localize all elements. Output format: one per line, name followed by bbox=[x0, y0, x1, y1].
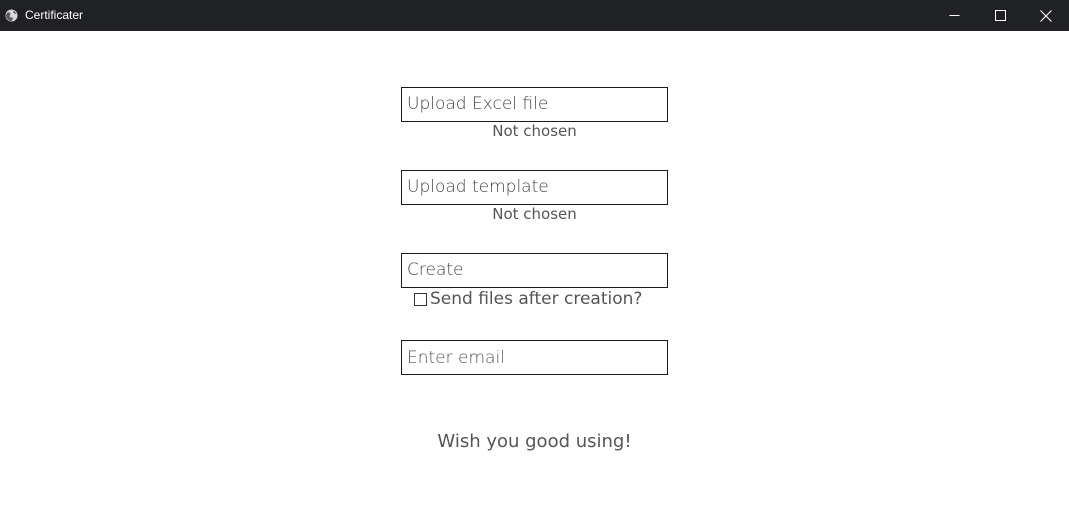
create-button[interactable]: Create bbox=[401, 253, 668, 288]
send-files-label: Send files after creation? bbox=[430, 289, 643, 309]
template-file-status: Not chosen bbox=[492, 205, 577, 223]
upload-excel-button[interactable]: Upload Excel file bbox=[401, 87, 668, 122]
footer-message: Wish you good using! bbox=[437, 431, 632, 452]
title-bar: Certificater bbox=[0, 0, 1069, 31]
maximize-button[interactable] bbox=[977, 0, 1023, 31]
send-files-option[interactable]: Send files after creation? bbox=[414, 288, 642, 310]
excel-file-status: Not chosen bbox=[492, 122, 577, 140]
maximize-icon bbox=[994, 10, 1006, 21]
globe-icon bbox=[5, 9, 18, 22]
close-button[interactable] bbox=[1023, 0, 1069, 31]
upload-template-button[interactable]: Upload template bbox=[401, 170, 668, 205]
email-input[interactable] bbox=[401, 340, 668, 375]
send-files-checkbox[interactable] bbox=[414, 292, 427, 306]
minimize-button[interactable] bbox=[931, 0, 977, 31]
window-title: Certificater bbox=[25, 8, 84, 22]
close-icon bbox=[1040, 9, 1052, 22]
minimize-icon bbox=[949, 15, 959, 16]
main-content: Upload Excel file Not chosen Upload temp… bbox=[0, 31, 1069, 510]
